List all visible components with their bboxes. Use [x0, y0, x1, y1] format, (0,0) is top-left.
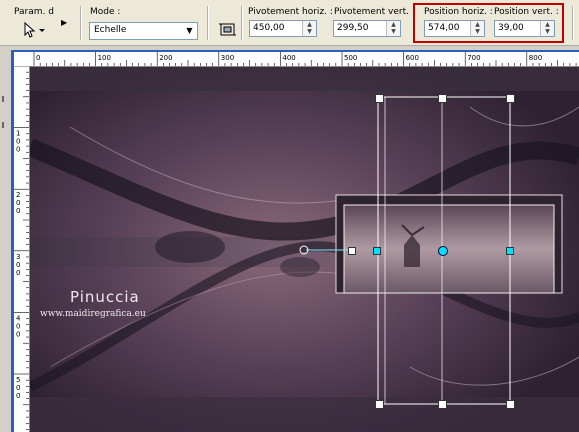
ruler-label: 700 — [467, 54, 480, 62]
mode-label: Mode : — [90, 7, 121, 17]
ruler-ticks: 100200300400500 — [14, 66, 29, 430]
transform-handle-bottom-right[interactable] — [506, 400, 515, 409]
image-canvas[interactable]: Pinuccia www.maidiregrafica.eu — [30, 67, 579, 432]
frame-icon — [219, 23, 236, 36]
ruler-label: 100 — [98, 54, 111, 62]
transform-handle-bottom-left[interactable] — [375, 400, 384, 409]
ruler-label: 3 — [16, 253, 20, 261]
transform-handle-top-right[interactable] — [506, 94, 515, 103]
pivot-h-label: Pivotement horiz. : — [248, 7, 333, 17]
pos-h-value: 574,00 — [428, 23, 460, 33]
presets-dropdown[interactable] — [17, 21, 49, 39]
ruler-ticks: 0 100 200 300 400 500 600 700 800 — [33, 52, 577, 66]
left-dock-strip — [0, 46, 11, 432]
transform-handle-bottom-mid[interactable] — [438, 400, 447, 409]
pos-h-label: Position horiz. : — [424, 7, 493, 17]
presets-label: Param. d — [14, 7, 54, 17]
watermark-url: www.maidiregrafica.eu — [40, 309, 146, 319]
ruler-label: 0 — [16, 199, 20, 207]
pos-v-label: Position vert. : — [494, 7, 559, 17]
ruler-label: 0 — [16, 138, 20, 146]
mode-value: Echelle — [94, 25, 127, 35]
watermark-name: Pinuccia — [70, 288, 140, 306]
pivot-handle[interactable] — [348, 247, 356, 255]
ruler-label: 2 — [16, 191, 20, 199]
pivot-h-input[interactable]: 450,00 ▲ ▼ — [249, 20, 317, 37]
pos-v-value: 39,00 — [498, 23, 524, 33]
ruler-label: 300 — [221, 54, 234, 62]
pivot-v-value: 299,50 — [337, 23, 369, 33]
ruler-label: 1 — [16, 130, 20, 138]
ruler-label: 0 — [16, 261, 20, 269]
ruler-label: 0 — [16, 392, 20, 400]
crop-frame-button[interactable] — [218, 20, 238, 40]
pointer-icon — [24, 21, 45, 38]
ruler-label: 400 — [282, 54, 295, 62]
vertical-ruler[interactable]: 100200300400500 — [14, 66, 30, 432]
tool-options-toolbar: Param. d ▶ Mode : Echelle ▼ Pivotement h… — [0, 0, 579, 46]
pivot-v-input[interactable]: 299,50 ▲ ▼ — [333, 20, 401, 37]
pivot-h-value: 450,00 — [253, 23, 285, 33]
ruler-label: 200 — [159, 54, 172, 62]
pos-v-input[interactable]: 39,00 ▲ ▼ — [494, 20, 555, 37]
chevron-down-icon: ▼ — [186, 26, 193, 35]
ruler-label: 0 — [16, 269, 20, 277]
spinner-arrows-icon[interactable]: ▲ ▼ — [540, 21, 554, 36]
spinner-arrows-icon[interactable]: ▲ ▼ — [470, 21, 484, 36]
pos-h-input[interactable]: 574,00 ▲ ▼ — [424, 20, 485, 37]
transform-handle-mid-right[interactable] — [506, 247, 514, 255]
ruler-label: 500 — [344, 54, 357, 62]
horizontal-ruler[interactable]: 0 100 200 300 400 500 600 700 800 — [14, 52, 579, 67]
ruler-label: 0 — [16, 330, 20, 338]
ruler-label: 0 — [16, 207, 20, 215]
artwork — [30, 67, 579, 432]
ruler-label: 800 — [529, 54, 542, 62]
transform-handle-mid-left[interactable] — [373, 247, 381, 255]
ruler-label: 0 — [16, 146, 20, 154]
ruler-label: 0 — [36, 54, 40, 62]
transform-handle-top-left[interactable] — [375, 94, 384, 103]
ruler-label: 4 — [16, 314, 21, 322]
ruler-label: 600 — [406, 54, 419, 62]
ruler-label: 0 — [16, 384, 20, 392]
ruler-label: 0 — [16, 322, 20, 330]
center-move-icon[interactable] — [438, 246, 448, 256]
pivot-v-label: Pivotement vert. : — [334, 7, 415, 17]
mode-select[interactable]: Echelle ▼ — [89, 22, 198, 40]
spinner-arrows-icon[interactable]: ▲ ▼ — [302, 21, 316, 36]
transform-handle-top-mid[interactable] — [438, 94, 447, 103]
expand-arrow-icon[interactable]: ▶ — [61, 18, 71, 28]
spinner-arrows-icon[interactable]: ▲ ▼ — [386, 21, 400, 36]
ruler-label: 5 — [16, 376, 20, 384]
